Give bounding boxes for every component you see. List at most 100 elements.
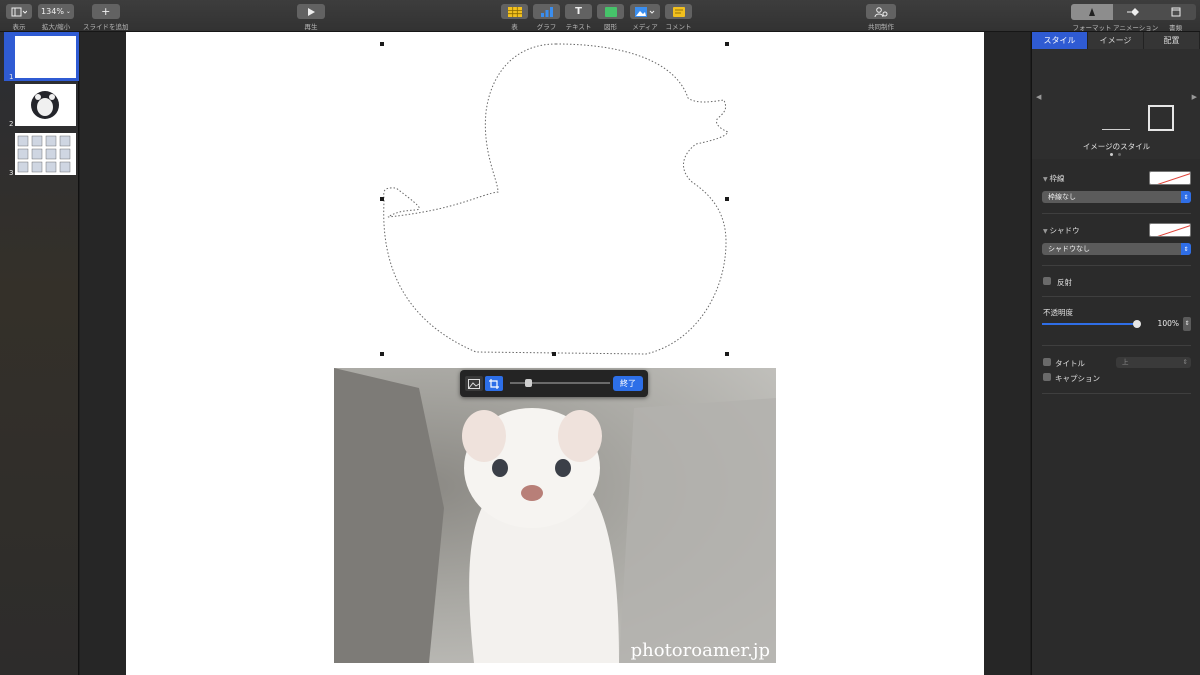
document-button[interactable] <box>1155 4 1196 20</box>
shape-button[interactable]: 図形 <box>597 4 624 31</box>
title-checkbox[interactable] <box>1043 358 1051 366</box>
inspector-segment: フォーマット アニメーション 書類 <box>1071 4 1196 32</box>
slide-thumbnail-2[interactable]: 2 <box>4 82 79 128</box>
style-preset-line[interactable] <box>1102 129 1130 130</box>
chevron-down-icon: ⌄ <box>65 8 71 15</box>
format-button[interactable] <box>1071 4 1113 20</box>
shadow-color-swatch[interactable] <box>1149 223 1191 237</box>
caption-checkbox[interactable] <box>1043 373 1051 381</box>
slide-canvas[interactable]: photoroamer.jp 終了 <box>126 32 984 675</box>
image-icon <box>468 378 480 389</box>
masked-photo[interactable]: photoroamer.jp <box>334 368 776 663</box>
mask-edit-bar: 終了 <box>460 370 648 397</box>
no-color-icon <box>1157 173 1190 184</box>
slide-number: 2 <box>9 120 14 128</box>
collaborate-button[interactable]: 共同制作 <box>866 4 896 31</box>
opacity-stepper[interactable]: ⇕ <box>1183 317 1191 331</box>
border-style-select[interactable]: 枠線なし ⇕ <box>1042 191 1191 203</box>
add-slide-button[interactable]: + スライドを追加 <box>83 4 129 31</box>
border-style-value: 枠線なし <box>1048 193 1076 201</box>
border-section-title[interactable]: ▼ 枠線 <box>1043 173 1065 184</box>
done-button[interactable]: 終了 <box>613 376 643 391</box>
plus-icon: + <box>91 4 120 19</box>
chart-button[interactable]: グラフ <box>533 4 560 31</box>
border-title: 枠線 <box>1049 174 1065 183</box>
shadow-section-title[interactable]: ▼ シャドウ <box>1043 225 1080 236</box>
play-label: 再生 <box>304 23 318 31</box>
selection-handle[interactable] <box>380 352 384 356</box>
add-slide-label: スライドを追加 <box>83 23 129 31</box>
selection-handle[interactable] <box>725 42 729 46</box>
tab-arrange[interactable]: 配置 <box>1144 32 1200 49</box>
tab-style[interactable]: スタイル <box>1032 32 1088 49</box>
zoom-value: 134% <box>41 7 64 16</box>
page-dot[interactable] <box>1118 153 1121 156</box>
zoom-label: 拡大/縮小 <box>41 23 71 31</box>
table-label: 表 <box>511 23 518 31</box>
chart-label: グラフ <box>536 23 557 31</box>
toolbar: 表示 134% ⌄ 拡大/縮小 + スライドを追加 再生 表 グラフ T テキスト… <box>0 0 1200 32</box>
shadow-style-value: シャドウなし <box>1048 245 1090 253</box>
image-style-section: ◀ ▶ イメージのスタイル <box>1032 49 1200 159</box>
title-label: タイトル <box>1055 359 1085 368</box>
divider <box>1042 393 1191 394</box>
opacity-value[interactable]: 100% <box>1146 318 1182 330</box>
slide-3-preview <box>15 133 76 175</box>
text-icon: T <box>565 4 592 19</box>
shape-label: 図形 <box>604 23 617 31</box>
title-position-value: 上 <box>1122 358 1129 366</box>
shadow-style-select[interactable]: シャドウなし ⇕ <box>1042 243 1191 255</box>
mask-zoom-slider[interactable] <box>525 379 532 387</box>
edit-mask-button[interactable] <box>485 376 503 391</box>
animate-button[interactable] <box>1113 4 1155 20</box>
media-icon <box>630 4 660 19</box>
selection-handle[interactable] <box>380 197 384 201</box>
document-label: 書類 <box>1169 24 1182 32</box>
duck-mask-outline[interactable] <box>126 32 984 362</box>
table-icon <box>501 4 528 19</box>
selection-handle[interactable] <box>725 197 729 201</box>
page-dot[interactable] <box>1110 153 1113 156</box>
slide-2-preview <box>15 84 76 126</box>
chevron-left-icon[interactable]: ◀ <box>1036 93 1041 101</box>
divider <box>1042 296 1191 297</box>
opacity-slider-track[interactable] <box>1042 323 1138 325</box>
slide-1-preview <box>15 36 76 78</box>
image-style-label: イメージのスタイル <box>1082 142 1151 151</box>
view-menu[interactable]: 表示 <box>6 4 32 31</box>
format-inspector: スタイル イメージ 配置 ◀ ▶ イメージのスタイル ▼ 枠線 枠線なし ⇕ ▼ … <box>1031 32 1200 675</box>
edit-image-button[interactable] <box>465 376 483 391</box>
animate-label: アニメーション <box>1113 24 1159 32</box>
tab-image[interactable]: イメージ <box>1088 32 1144 49</box>
updown-icon: ⇕ <box>1181 191 1191 203</box>
style-preset-frame[interactable] <box>1148 105 1174 131</box>
selection-handle[interactable] <box>380 42 384 46</box>
divider <box>1042 345 1191 346</box>
text-button[interactable]: T テキスト <box>565 4 592 31</box>
chevron-right-icon[interactable]: ▶ <box>1192 93 1197 101</box>
reflection-checkbox[interactable] <box>1043 277 1051 285</box>
opacity-title: 不透明度 <box>1043 308 1073 317</box>
comment-button[interactable]: コメント <box>665 4 692 31</box>
play-button[interactable]: 再生 <box>297 4 325 31</box>
document-icon <box>1171 7 1180 17</box>
slide-thumbnail-3[interactable]: 3 <box>4 131 79 177</box>
inspector-tabs: スタイル イメージ 配置 <box>1032 32 1200 49</box>
caption-label: キャプション <box>1055 374 1100 383</box>
animate-icon <box>1127 8 1139 16</box>
opacity-slider-knob[interactable] <box>1133 320 1141 328</box>
comment-label: コメント <box>665 23 692 31</box>
collaborate-label: 共同制作 <box>868 23 894 31</box>
zoom-menu[interactable]: 134% ⌄ 拡大/縮小 <box>38 4 74 31</box>
collaborate-icon <box>866 4 896 19</box>
border-color-swatch[interactable] <box>1149 171 1191 185</box>
photo-credit: photoroamer.jp <box>630 640 770 661</box>
slide-number: 3 <box>9 169 14 177</box>
slide-thumbnail-1[interactable]: 1 <box>4 32 79 81</box>
media-button[interactable]: メディア <box>630 4 660 31</box>
updown-icon: ⇕ <box>1182 358 1188 366</box>
title-position-select[interactable]: 上 ⇕ <box>1116 357 1191 368</box>
table-button[interactable]: 表 <box>501 4 528 31</box>
selection-handle[interactable] <box>725 352 729 356</box>
selection-handle[interactable] <box>552 352 556 356</box>
